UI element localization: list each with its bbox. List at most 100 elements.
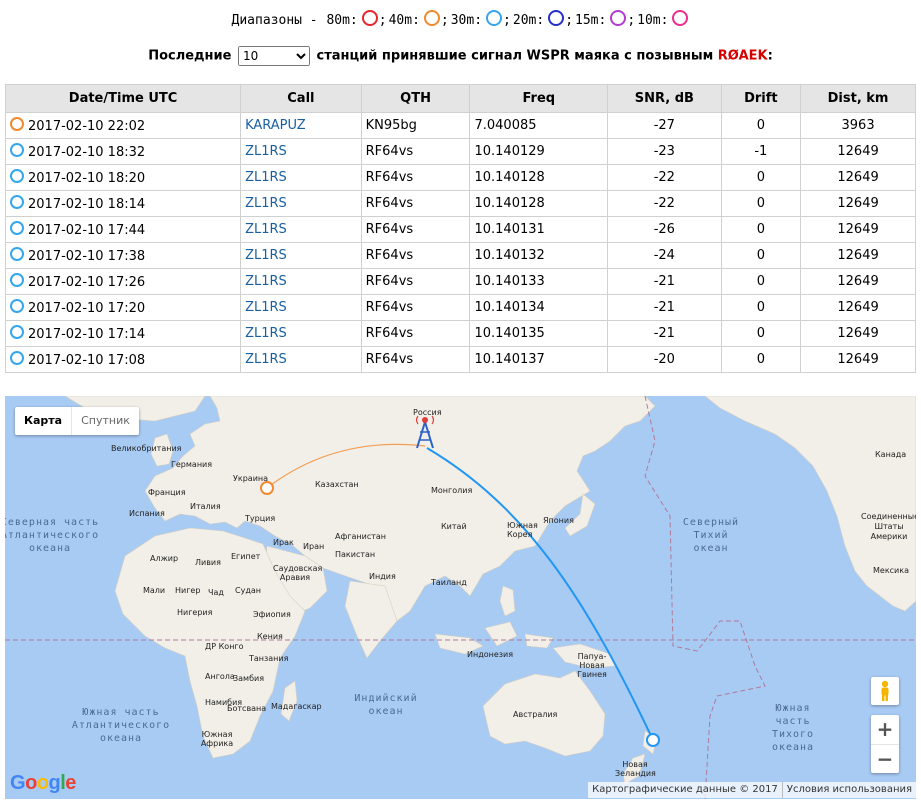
band-label: 10m: (637, 13, 669, 28)
map-view[interactable]: Россия Великобритания Германия Украина Ф… (5, 396, 916, 799)
time-cell: 2017-02-10 17:08 (4, 346, 242, 373)
drift-cell: 0 (720, 320, 802, 347)
station-count-select[interactable]: 10 (238, 46, 310, 66)
google-logo[interactable]: Google (10, 772, 76, 795)
marker-karapuz[interactable] (260, 481, 274, 495)
label-mongolia: Монголия (431, 486, 473, 495)
call-cell-text[interactable]: ZL1RS (245, 170, 287, 185)
label-sa: Южная Африка (200, 730, 234, 748)
qth-cell: RF64vs (360, 164, 471, 191)
time-cell-text: 2017-02-10 18:14 (28, 197, 146, 212)
label-algeria: Алжир (150, 554, 179, 563)
band-color-circle-icon (672, 10, 689, 26)
call-cell[interactable]: ZL1RS (240, 294, 362, 321)
zoom-out-button[interactable]: − (871, 744, 899, 774)
call-cell-text[interactable]: ZL1RS (245, 248, 287, 263)
header-colon: : (767, 48, 773, 64)
map-type-map-button[interactable]: Карта (15, 407, 71, 435)
label-japan: Япония (543, 516, 574, 525)
dist-cell: 12649 (800, 138, 916, 165)
label-kazakhstan: Казахстан (315, 480, 359, 489)
band-separator: ; (503, 13, 511, 28)
call-cell[interactable]: ZL1RS (240, 242, 362, 269)
freq-cell-text: 10.140131 (474, 222, 545, 237)
band-ring-icon (10, 221, 24, 235)
freq-cell: 10.140128 (469, 164, 609, 191)
qth-cell-text: RF64vs (365, 248, 414, 263)
call-cell[interactable]: ZL1RS (240, 346, 362, 373)
snr-cell: -20 (607, 346, 722, 373)
call-cell[interactable]: ZL1RS (240, 190, 362, 217)
time-cell-text: 2017-02-10 17:08 (28, 353, 146, 368)
call-cell[interactable]: ZL1RS (240, 268, 362, 295)
google-logo-letter: e (65, 772, 76, 794)
freq-cell: 10.140131 (469, 216, 609, 243)
map-type-satellite-button[interactable]: Спутник (71, 407, 139, 435)
table-row: 2017-02-10 17:08 ZL1RS RF64vs 10.140137 -20 0… (4, 346, 916, 373)
freq-cell: 10.140132 (469, 242, 609, 269)
map-data-attribution[interactable]: Картографические данные © 2017 (588, 782, 782, 798)
qth-cell-text: RF64vs (365, 222, 414, 237)
call-cell[interactable]: ZL1RS (240, 138, 362, 165)
date-line (644, 396, 766, 799)
spots-table-body: 2017-02-10 22:02 KARAPUZ KN95bg 7.040085 -27… (4, 112, 916, 373)
call-cell[interactable]: ZL1RS (240, 216, 362, 243)
table-row: 2017-02-10 17:20 ZL1RS RF64vs 10.140134 -21 0… (4, 294, 916, 321)
call-cell-text[interactable]: ZL1RS (245, 196, 287, 211)
time-cell: 2017-02-10 17:14 (4, 320, 242, 347)
time-cell-text: 2017-02-10 17:38 (28, 249, 146, 264)
landmass-philippines (499, 585, 516, 617)
qth-cell: RF64vs (360, 268, 471, 295)
qth-cell-text: KN95bg (365, 118, 417, 133)
column-header: SNR, dB (607, 84, 722, 113)
street-view-pegman[interactable] (871, 677, 899, 705)
map-attribution: Картографические данные © 2017 Условия и… (588, 782, 916, 798)
call-cell[interactable]: ZL1RS (240, 164, 362, 191)
dist-cell-text: 12649 (837, 300, 879, 315)
freq-cell: 7.040085 (469, 112, 609, 139)
time-cell-text: 2017-02-10 18:20 (28, 171, 146, 186)
zoom-in-button[interactable]: + (871, 715, 899, 744)
table-row: 2017-02-10 18:32 ZL1RS RF64vs 10.140129 -23 -… (4, 138, 916, 165)
band-label: 40m: (388, 13, 420, 28)
drift-cell-text: 0 (756, 196, 765, 211)
landmass-north-america (704, 396, 916, 612)
band-ring-icon (10, 273, 24, 287)
snr-cell-text: -22 (653, 196, 675, 211)
column-header: Drift (720, 84, 802, 113)
qth-cell: RF64vs (360, 242, 471, 269)
drift-cell: 0 (720, 112, 802, 139)
band-legend-item: 80m:; (326, 10, 387, 28)
table-row: 2017-02-10 17:26 ZL1RS RF64vs 10.140133 -21 0… (4, 268, 916, 295)
band-color-circle-icon (423, 10, 440, 26)
snr-cell: -21 (607, 268, 722, 295)
terms-of-use-link[interactable]: Условия использования (781, 782, 916, 798)
call-cell-text[interactable]: ZL1RS (245, 144, 287, 159)
marker-zl1rs[interactable] (646, 733, 660, 747)
label-niger: Нигер (175, 586, 201, 595)
last-label: Последние (148, 48, 232, 64)
label-germany: Германия (171, 460, 213, 469)
freq-cell: 10.140133 (469, 268, 609, 295)
band-separator: ; (627, 13, 636, 28)
call-cell-text[interactable]: ZL1RS (245, 274, 287, 289)
header-suffix: станций принявшие сигнал WSPR маяка с по… (316, 48, 714, 64)
call-cell-text[interactable]: ZL1RS (245, 222, 287, 237)
time-cell: 2017-02-10 18:14 (4, 190, 242, 217)
call-cell-text[interactable]: ZL1RS (245, 326, 287, 341)
call-cell[interactable]: ZL1RS (240, 320, 362, 347)
dist-cell: 12649 (800, 242, 916, 269)
label-iran: Иран (303, 542, 325, 551)
band-separator: ; (565, 13, 574, 28)
call-cell[interactable]: KARAPUZ (240, 112, 362, 139)
label-usa: Соединенные Штаты Америки (861, 512, 916, 541)
qth-cell: RF64vs (360, 190, 471, 217)
call-cell-text[interactable]: KARAPUZ (245, 118, 306, 133)
band-ring-icon (10, 247, 24, 261)
call-cell-text[interactable]: ZL1RS (245, 352, 287, 367)
label-north-atlantic: Северная часть Атлантического океана (5, 517, 100, 554)
time-cell: 2017-02-10 17:38 (4, 242, 242, 269)
call-cell-text[interactable]: ZL1RS (245, 300, 287, 315)
dist-cell-text: 12649 (837, 326, 879, 341)
dist-cell-text: 3963 (841, 118, 875, 133)
